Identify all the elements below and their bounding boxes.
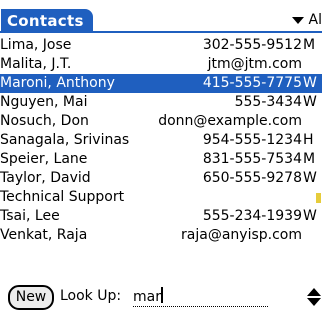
list-item[interactable]: Speier, Lane 831-555-7534 M: [0, 150, 322, 169]
title-underline: [0, 31, 322, 33]
contact-type: M: [303, 37, 316, 53]
bottom-bar: New Look Up: mar: [0, 284, 322, 312]
contact-info: 555-3434: [234, 94, 302, 110]
contact-info: 650-555-9278: [202, 170, 302, 186]
contact-list: Lima, Jose 302-555-9512 M Malita, J.T. j…: [0, 36, 322, 245]
contact-info: raja@anyisp.com: [181, 227, 302, 243]
list-item[interactable]: Lima, Jose 302-555-9512 M: [0, 36, 322, 55]
contact-info: 555-234-1939: [202, 208, 302, 224]
note-marker-icon: [316, 193, 321, 203]
contact-name: Taylor, David: [0, 170, 91, 186]
contact-info: jtm@jtm.com: [207, 56, 302, 72]
scroll-up-icon[interactable]: [307, 288, 321, 296]
contact-name: Technical Support: [0, 189, 125, 205]
category-picker[interactable]: Al: [288, 9, 322, 31]
list-item[interactable]: Taylor, David 650-555-9278 W: [0, 169, 322, 188]
contact-name: Sanagala, Srivinas: [0, 132, 130, 148]
contact-name: Malita, J.T.: [0, 56, 72, 72]
contact-name: Lima, Jose: [0, 37, 72, 53]
dropdown-triangle-icon[interactable]: [291, 17, 304, 24]
list-item[interactable]: Malita, J.T. jtm@jtm.com: [0, 55, 322, 74]
category-label[interactable]: Al: [309, 9, 322, 31]
contact-name: Tsai, Lee: [0, 208, 60, 224]
lookup-value: mar: [133, 289, 161, 305]
contact-type: M: [303, 151, 316, 167]
list-item[interactable]: Nguyen, Mai 555-3434 W: [0, 93, 322, 112]
scroll-down-icon[interactable]: [307, 298, 321, 306]
contact-name: Venkat, Raja: [0, 227, 88, 243]
contact-info: 415-555-7775: [202, 75, 302, 91]
contact-info: donn@example.com: [158, 113, 302, 129]
app-title[interactable]: Contacts: [1, 9, 93, 33]
contact-type: W: [303, 94, 317, 110]
contact-name: Nguyen, Mai: [0, 94, 88, 110]
contact-name: Nosuch, Don: [0, 113, 89, 129]
list-item[interactable]: Tsai, Lee 555-234-1939 W: [0, 207, 322, 226]
contact-name: Speier, Lane: [0, 151, 88, 167]
title-bar: Contacts Al: [0, 9, 322, 33]
list-item[interactable]: Technical Support: [0, 188, 322, 207]
list-item[interactable]: Venkat, Raja raja@anyisp.com: [0, 226, 322, 245]
list-item[interactable]: Sanagala, Srivinas 954-555-1234 H: [0, 131, 322, 150]
contact-type: H: [303, 132, 314, 148]
contact-type: W: [303, 208, 317, 224]
contact-name: Maroni, Anthony: [0, 75, 115, 91]
contacts-screen: Contacts Al Lima, Jose 302-555-9512 M Ma…: [0, 0, 322, 321]
contact-info: 302-555-9512: [202, 37, 302, 53]
list-item-selected[interactable]: Maroni, Anthony 415-555-7775 W: [0, 74, 322, 93]
lookup-label: Look Up:: [60, 288, 122, 304]
text-caret: [160, 287, 163, 303]
scroll-arrows-icon[interactable]: [305, 288, 321, 308]
new-button[interactable]: New: [8, 285, 54, 310]
contact-info: 954-555-1234: [202, 132, 302, 148]
lookup-input[interactable]: mar: [133, 287, 268, 307]
list-item[interactable]: Nosuch, Don donn@example.com: [0, 112, 322, 131]
contact-info: 831-555-7534: [202, 151, 302, 167]
contact-type: W: [303, 170, 317, 186]
contact-type: W: [303, 75, 317, 91]
